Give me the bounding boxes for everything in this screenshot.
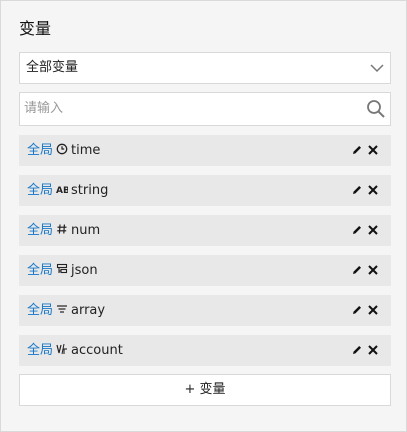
ab-text-icon: AB xyxy=(56,186,68,195)
delete-icon[interactable] xyxy=(367,264,379,276)
delete-icon[interactable] xyxy=(367,224,379,236)
search-icon[interactable] xyxy=(366,99,386,119)
variable-row-time[interactable]: 全局 time xyxy=(19,135,391,166)
edit-icon[interactable] xyxy=(351,264,363,276)
hash-icon xyxy=(57,224,67,234)
variable-row-account[interactable]: 全局 account xyxy=(19,335,391,366)
edit-icon[interactable] xyxy=(351,344,363,356)
delete-icon[interactable] xyxy=(367,344,379,356)
search-box xyxy=(19,92,391,126)
scope-label: 全局 xyxy=(27,263,54,278)
add-variable-button[interactable]: + 变量 xyxy=(19,374,391,406)
filter-selected-value: 全部变量 xyxy=(26,60,79,75)
variable-name: json xyxy=(71,263,98,278)
scope-label: 全局 xyxy=(27,343,54,358)
scope-label: 全局 xyxy=(27,183,54,198)
variable-row-string[interactable]: 全局 AB string xyxy=(19,175,391,206)
clock-icon xyxy=(56,143,68,155)
variable-name: num xyxy=(71,223,101,238)
svg-text:AB: AB xyxy=(56,186,68,195)
scope-label: 全局 xyxy=(27,303,54,318)
variable-name: string xyxy=(71,183,109,198)
edit-icon[interactable] xyxy=(351,224,363,236)
variable-name: array xyxy=(71,303,106,318)
scope-label: 全局 xyxy=(27,143,54,158)
delete-icon[interactable] xyxy=(367,144,379,156)
variable-row-array[interactable]: 全局 array xyxy=(19,295,391,326)
account-icon xyxy=(56,343,67,355)
delete-icon[interactable] xyxy=(367,184,379,196)
variable-row-num[interactable]: 全局 num xyxy=(19,215,391,246)
variable-name: time xyxy=(71,143,101,158)
delete-icon[interactable] xyxy=(367,304,379,316)
edit-icon[interactable] xyxy=(351,184,363,196)
panel-title: 变量 xyxy=(19,19,52,38)
scope-label: 全局 xyxy=(27,223,54,238)
variable-filter-select[interactable]: 全部变量 xyxy=(19,52,391,84)
search-input[interactable] xyxy=(24,97,344,119)
variable-name: account xyxy=(71,343,123,358)
chevron-down-icon xyxy=(370,64,384,73)
edit-icon[interactable] xyxy=(351,144,363,156)
json-icon xyxy=(56,263,68,274)
variables-panel: 变量 全部变量 全局 time 全局 AB xyxy=(0,0,407,432)
edit-icon[interactable] xyxy=(351,304,363,316)
list-icon xyxy=(57,305,67,313)
variable-row-json[interactable]: 全局 json xyxy=(19,255,391,286)
